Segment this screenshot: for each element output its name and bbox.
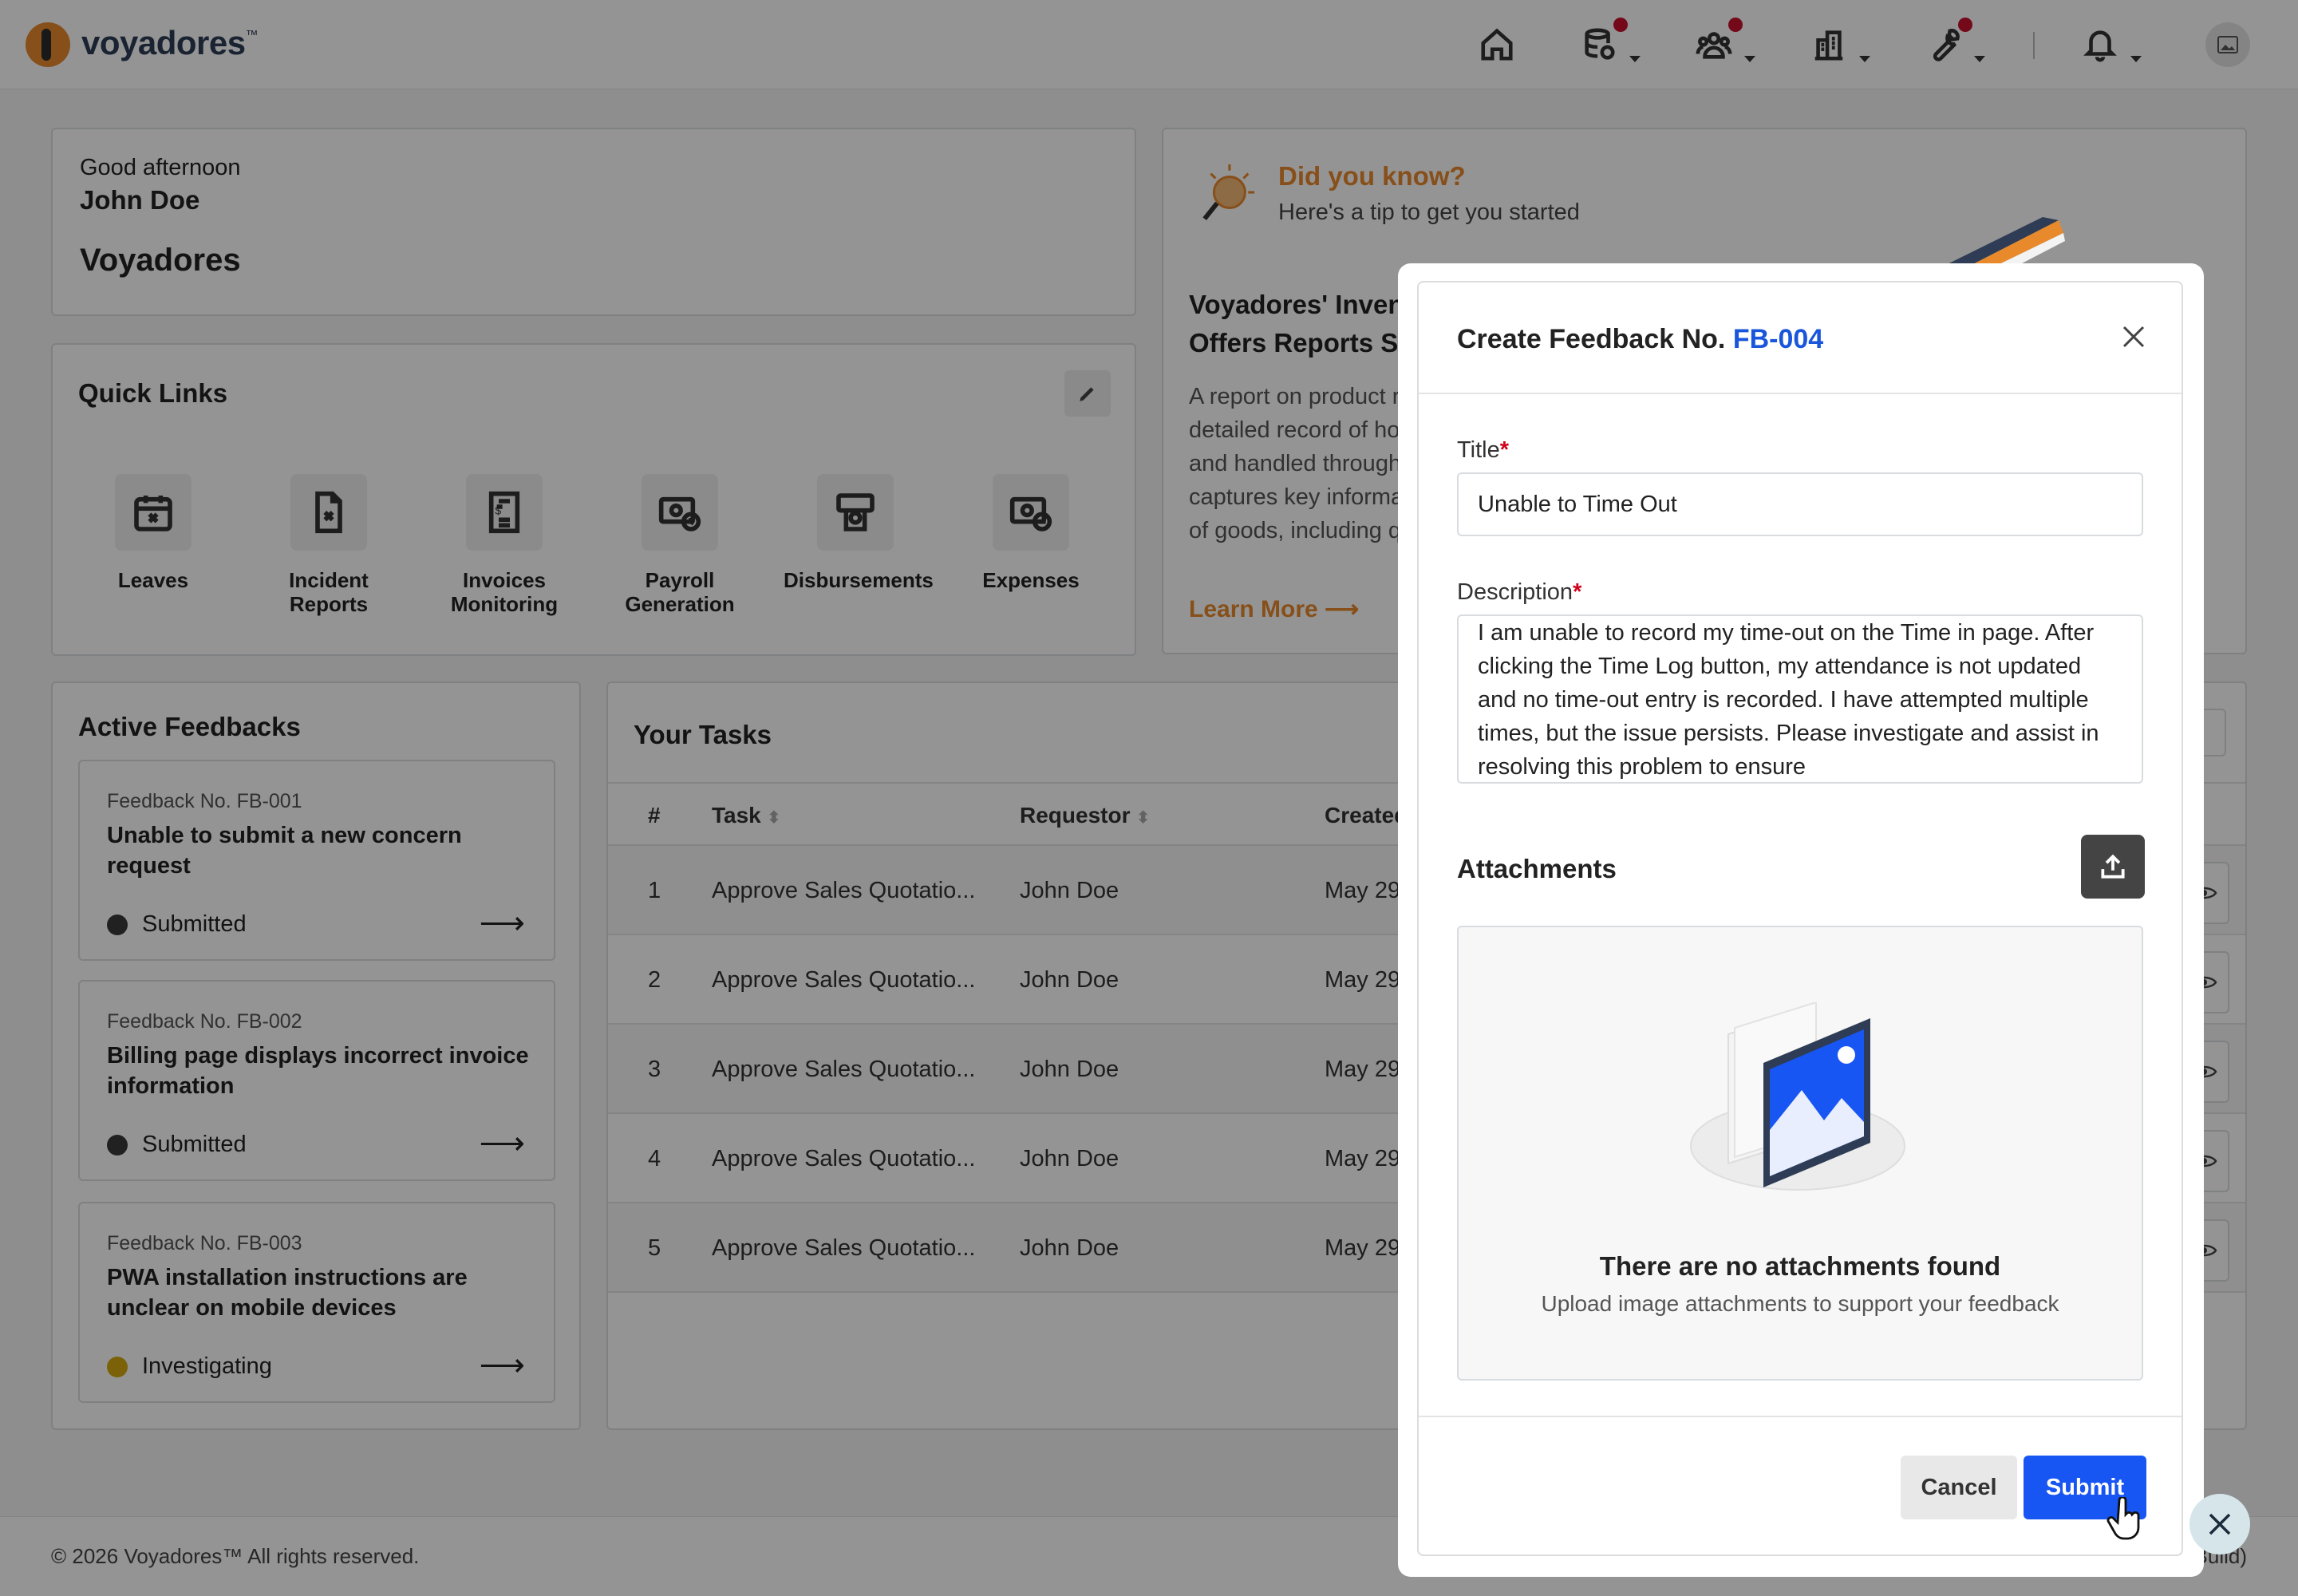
hand-cursor-icon <box>2106 1497 2140 1540</box>
description-field-label: Description* <box>1457 579 1581 606</box>
title-field-label: Title* <box>1457 437 1509 464</box>
modal-divider <box>1419 393 2182 394</box>
cancel-button[interactable]: Cancel <box>1901 1456 2017 1519</box>
required-mark: * <box>1573 579 1582 605</box>
empty-state-subtitle: Upload image attachments to support your… <box>1541 1291 2059 1316</box>
floating-close-button[interactable] <box>2189 1494 2250 1555</box>
description-text: I am unable to record my time-out on the… <box>1478 620 2099 780</box>
title-label-text: Title <box>1457 437 1500 463</box>
attachments-title: Attachments <box>1457 854 1617 883</box>
create-feedback-modal: Create Feedback No. FB-004 Title* Unable… <box>1417 281 2183 1556</box>
description-label-text: Description <box>1457 579 1573 605</box>
modal-footer-divider <box>1419 1416 2182 1417</box>
image-placeholder-illustration <box>1690 1002 1905 1191</box>
close-icon <box>2209 1513 2231 1535</box>
feedback-number-label: FB-004 <box>1732 324 1824 354</box>
close-icon <box>2122 326 2145 348</box>
upload-icon <box>2101 854 2125 879</box>
description-textarea[interactable]: I am unable to record my time-out on the… <box>1457 614 2143 784</box>
title-input[interactable]: Unable to Time Out <box>1457 472 2143 536</box>
required-mark: * <box>1499 437 1510 463</box>
modal-title-prefix: Create Feedback No. <box>1457 324 1726 354</box>
empty-state-title: There are no attachments found <box>1599 1251 2001 1281</box>
close-modal-button[interactable] <box>2114 318 2153 356</box>
upload-attachment-button[interactable] <box>2081 835 2145 899</box>
attachments-dropzone[interactable]: There are no attachments found Upload im… <box>1457 926 2143 1381</box>
modal-title: Create Feedback No. FB-004 <box>1457 324 1823 355</box>
